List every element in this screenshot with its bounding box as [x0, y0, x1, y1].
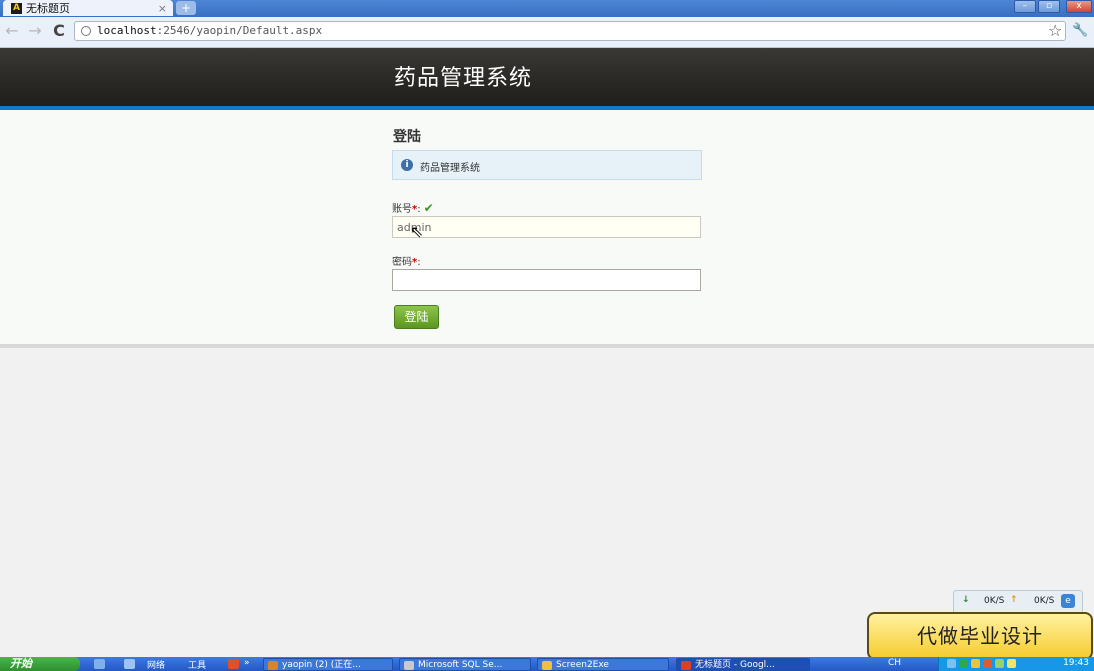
- back-arrow-icon[interactable]: ←: [3, 22, 21, 40]
- taskbar-clock: 19:43: [1063, 658, 1089, 668]
- password-input[interactable]: [392, 269, 701, 291]
- account-label: 账号*: ✔: [392, 201, 434, 215]
- quicklaunch-more-icon[interactable]: »: [244, 658, 250, 668]
- login-panel: 登陆 i 药品管理系统 账号*:✔ 密码*: 登陆: [0, 110, 1094, 348]
- tray-star-icon[interactable]: [1007, 659, 1016, 668]
- restore-window-button[interactable]: ▫: [1038, 0, 1060, 13]
- language-indicator[interactable]: CH: [888, 658, 901, 668]
- download-arrow-icon: ↓: [962, 595, 970, 605]
- system-tray: 19:43: [938, 657, 1094, 671]
- info-box: i 药品管理系统: [392, 150, 702, 180]
- taskbar-item[interactable]: Screen2Exe: [537, 658, 669, 671]
- tray-volume-icon[interactable]: [995, 659, 1004, 668]
- tray-network-icon[interactable]: [947, 659, 956, 668]
- address-bar[interactable]: localhost:2546/yaopin/Default.aspx: [74, 21, 1066, 41]
- mouse-cursor-icon: ⇖: [410, 222, 424, 241]
- login-heading: 登陆: [393, 129, 421, 145]
- browser-title-bar: A 无标题页 × + – ▫ x: [0, 0, 1094, 17]
- tab-close-icon[interactable]: ×: [158, 2, 167, 15]
- upload-speed: 0K/S: [1034, 596, 1055, 606]
- taskbar-item[interactable]: 无标题页 - Googl...: [676, 658, 810, 671]
- quicklaunch-app-icon[interactable]: [228, 659, 239, 669]
- tray-security-icon[interactable]: [959, 659, 968, 668]
- quicklaunch-ie-icon[interactable]: [124, 659, 135, 669]
- browser-toolbar: ← → C localhost:2546/yaopin/Default.aspx…: [0, 17, 1094, 48]
- quicklaunch-tools[interactable]: 工具: [188, 658, 206, 671]
- bookmark-star-icon[interactable]: ☆: [1048, 21, 1062, 40]
- login-button[interactable]: 登陆: [394, 305, 439, 329]
- minimize-window-button[interactable]: –: [1014, 0, 1036, 13]
- site-title: 药品管理系统: [394, 66, 533, 91]
- tray-app-icon[interactable]: [971, 659, 980, 668]
- tab-title: 无标题页: [26, 2, 70, 15]
- info-text: 药品管理系统: [420, 163, 480, 174]
- new-tab-button[interactable]: +: [176, 1, 196, 15]
- windows-taskbar: 开始 网络 工具 » yaopin (2) (正在... Microsoft S…: [0, 657, 1094, 671]
- task-icon: [542, 661, 552, 670]
- quicklaunch-network[interactable]: 网络: [147, 658, 165, 671]
- address-url: localhost:2546/yaopin/Default.aspx: [97, 24, 323, 37]
- forward-arrow-icon[interactable]: →: [26, 22, 44, 40]
- quicklaunch-desktop-icon[interactable]: [94, 659, 105, 669]
- download-speed: 0K/S: [984, 596, 1005, 606]
- check-icon: ✔: [423, 201, 434, 215]
- start-button[interactable]: 开始: [0, 657, 80, 671]
- reload-icon[interactable]: C: [50, 22, 68, 40]
- speed-widget: ↓ 0K/S ↑ 0K/S e: [953, 590, 1083, 614]
- advert-banner: 代做毕业设计: [867, 612, 1093, 660]
- taskbar-item[interactable]: yaopin (2) (正在...: [263, 658, 393, 671]
- site-header: 药品管理系统: [0, 48, 1094, 110]
- password-label: 密码*:: [392, 257, 421, 268]
- upload-arrow-icon: ↑: [1010, 595, 1018, 605]
- account-input[interactable]: [392, 216, 701, 238]
- taskbar-item[interactable]: Microsoft SQL Se...: [399, 658, 531, 671]
- close-window-button[interactable]: x: [1066, 0, 1092, 13]
- site-favicon-icon: A: [11, 2, 22, 14]
- info-icon: i: [401, 159, 413, 171]
- task-icon: [268, 661, 278, 670]
- wrench-icon[interactable]: 🔧: [1072, 23, 1088, 38]
- tray-update-icon[interactable]: [983, 659, 992, 668]
- page-icon: [81, 26, 91, 36]
- task-icon: [404, 661, 414, 670]
- widget-logo-icon[interactable]: e: [1061, 594, 1075, 608]
- browser-tab[interactable]: A 无标题页 ×: [3, 0, 173, 16]
- task-icon: [681, 661, 691, 670]
